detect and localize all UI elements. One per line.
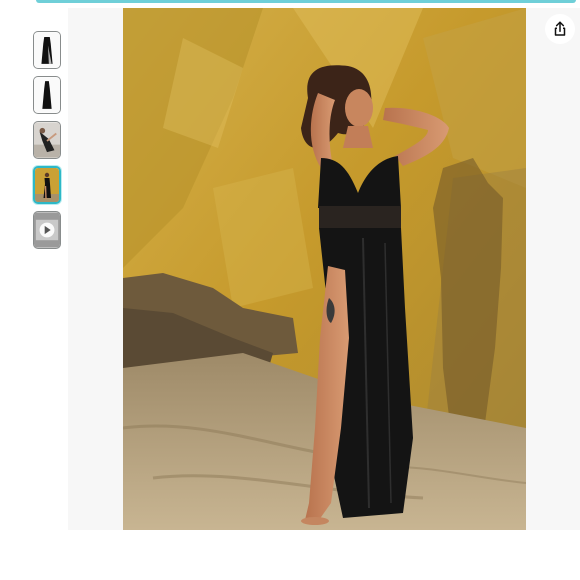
thumbnail-dress-back[interactable] [33,76,61,114]
model-pose-thumbnail-icon [34,122,60,158]
dress-back-thumbnail-icon [34,77,60,113]
video-play-thumbnail-icon [34,212,60,248]
main-product-image[interactable] [123,8,526,530]
thumbnail-video[interactable] [33,211,61,249]
share-icon [554,21,566,36]
thumbnail-model-pose[interactable] [33,121,61,159]
beach-dress-photo [123,8,526,530]
thumbnail-dress-front[interactable] [33,31,61,69]
dress-front-thumbnail-icon [34,32,60,68]
thumbnail-beach-photo[interactable] [33,166,61,204]
top-accent-bar [36,0,576,3]
beach-photo-thumbnail-icon [35,168,59,202]
share-button[interactable] [545,14,575,44]
